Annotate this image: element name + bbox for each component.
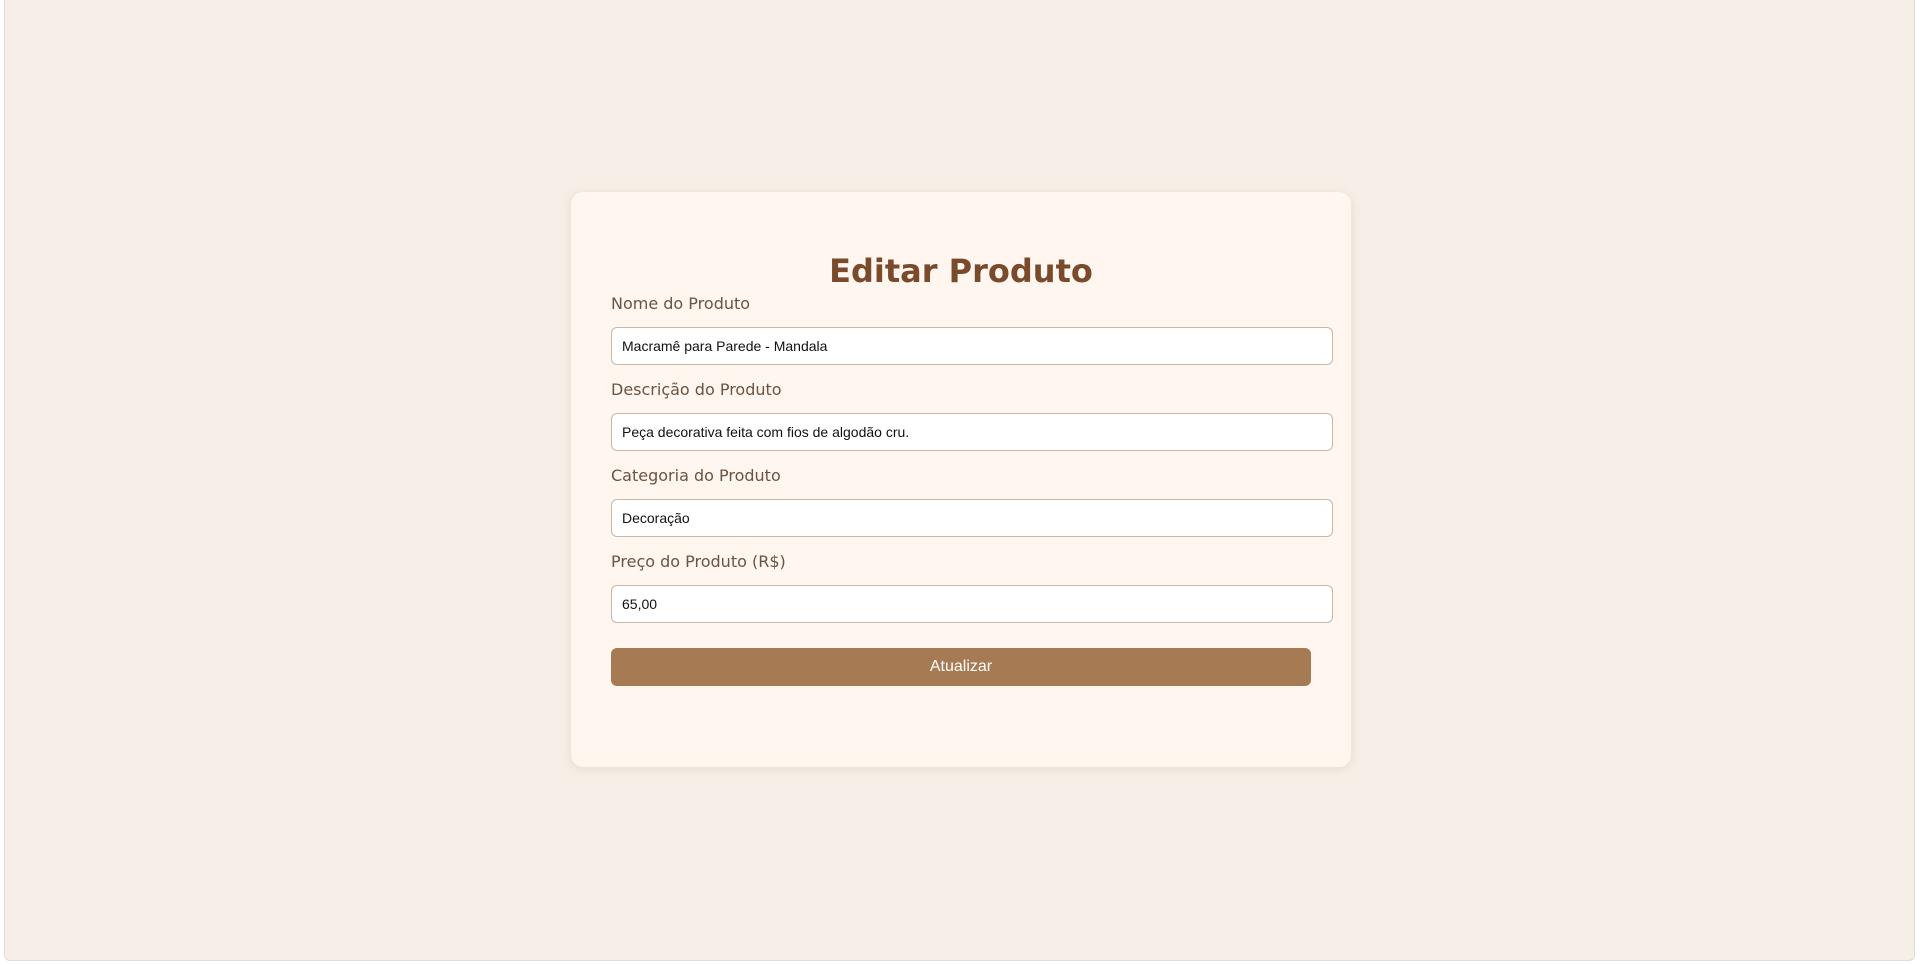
page-title: Editar Produto [829,252,1093,290]
product-category-label: Categoria do Produto [611,466,781,485]
product-price-label: Preço do Produto (R$) [611,552,786,571]
product-price-input[interactable] [611,585,1333,623]
product-description-input[interactable] [611,413,1333,451]
edit-product-form: Nome do Produto Descrição do Produto Cat… [611,294,1333,686]
edit-product-card: Editar Produto Nome do Produto Descrição… [571,192,1351,767]
page-background: Editar Produto Nome do Produto Descrição… [4,0,1915,961]
product-category-input[interactable] [611,499,1333,537]
product-name-input[interactable] [611,327,1333,365]
product-name-label: Nome do Produto [611,294,751,313]
product-description-label: Descrição do Produto [611,380,782,399]
update-button[interactable]: Atualizar [611,648,1311,686]
